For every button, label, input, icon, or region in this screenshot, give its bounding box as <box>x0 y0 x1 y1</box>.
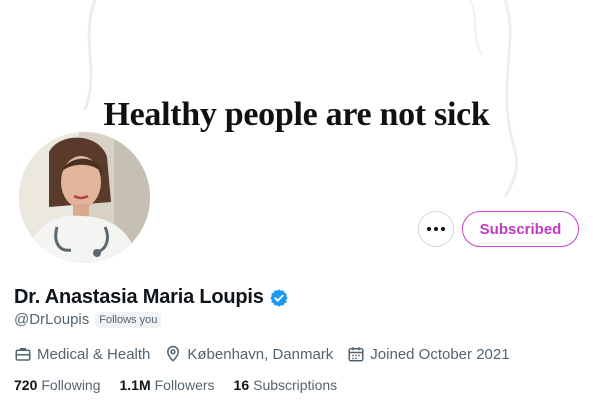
following-link[interactable]: 720 Following <box>14 377 101 393</box>
subscribed-button[interactable]: Subscribed <box>462 211 579 247</box>
followers-count: 1.1M <box>119 377 151 393</box>
profile-stats: 720 Following 1.1M Followers 16 Subscriptio… <box>14 377 356 393</box>
follows-you-badge: Follows you <box>95 311 162 328</box>
more-options-button[interactable] <box>418 211 454 247</box>
location-pin-icon <box>167 345 180 362</box>
profile-meta: Medical & Health København, Danmark Join… <box>14 345 524 363</box>
verified-icon[interactable] <box>269 288 289 308</box>
name-row: Dr. Anastasia Maria Loupis <box>14 286 289 309</box>
location-label: København, Danmark <box>187 345 334 363</box>
joined-label: Joined October 2021 <box>370 345 510 363</box>
avatar[interactable] <box>15 128 154 267</box>
subscriptions-label: Subscriptions <box>253 377 338 393</box>
display-name: Dr. Anastasia Maria Loupis <box>14 286 264 308</box>
followers-label: Followers <box>154 377 215 393</box>
briefcase-icon <box>15 348 31 361</box>
handle-row: @DrLoupis Follows you <box>14 311 162 328</box>
following-label: Following <box>41 377 101 393</box>
joined-item: Joined October 2021 <box>347 345 510 363</box>
category-label: Medical & Health <box>37 345 151 363</box>
more-icon <box>426 227 447 231</box>
subscriptions-link[interactable]: 16 Subscriptions <box>234 377 338 393</box>
category-item: Medical & Health <box>14 345 150 363</box>
calendar-icon <box>348 347 364 362</box>
followers-link[interactable]: 1.1M Followers <box>120 377 215 393</box>
subscriptions-count: 16 <box>233 377 250 393</box>
following-count: 720 <box>14 377 38 393</box>
location-item: København, Danmark <box>164 345 333 363</box>
handle: @DrLoupis <box>14 311 90 328</box>
